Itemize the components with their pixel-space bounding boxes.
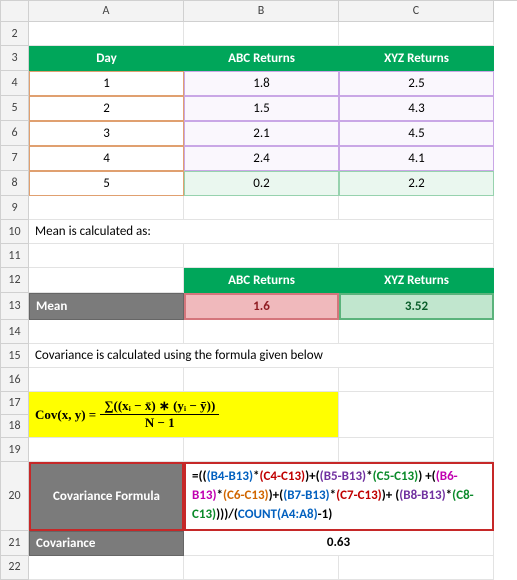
cell[interactable] bbox=[339, 368, 494, 392]
cov-formula-label[interactable]: Covariance Formula bbox=[29, 462, 184, 531]
row-header[interactable]: 22 bbox=[1, 556, 29, 580]
cell[interactable] bbox=[184, 438, 339, 462]
col-header-c[interactable]: C bbox=[339, 1, 494, 22]
cell[interactable] bbox=[29, 22, 184, 46]
cell[interactable] bbox=[339, 22, 494, 46]
mean-xyz[interactable]: 3.52 bbox=[339, 293, 494, 320]
cell-xyz[interactable]: 4.3 bbox=[339, 96, 494, 121]
row-header[interactable]: 2 bbox=[1, 22, 29, 46]
cell[interactable] bbox=[184, 244, 339, 268]
formula-text: =(((B4-B13)*(C4-C13))+((B5-B13)*(C5-C13)… bbox=[192, 468, 486, 525]
header-day[interactable]: Day bbox=[29, 46, 184, 71]
spreadsheet: A B C 2 3 Day ABC Returns XYZ Returns 4 … bbox=[0, 0, 517, 580]
cell-abc[interactable]: 2.4 bbox=[184, 146, 339, 171]
cov-result-label[interactable]: Covariance bbox=[29, 531, 184, 556]
cell-abc[interactable]: 0.2 bbox=[184, 171, 339, 196]
cell[interactable] bbox=[184, 22, 339, 46]
cell-day[interactable]: 5 bbox=[29, 171, 184, 196]
cell[interactable] bbox=[339, 196, 494, 220]
row-header[interactable]: 3 bbox=[1, 46, 29, 71]
cell[interactable] bbox=[29, 368, 184, 392]
cell-xyz[interactable]: 2.2 bbox=[339, 171, 494, 196]
mean-text[interactable]: Mean is calculated as: bbox=[29, 220, 494, 244]
cell-day[interactable]: 1 bbox=[29, 71, 184, 96]
row-header[interactable]: 18 bbox=[1, 415, 29, 438]
cell-abc[interactable]: 2.1 bbox=[184, 121, 339, 146]
cell[interactable] bbox=[339, 320, 494, 344]
row-header[interactable]: 10 bbox=[1, 220, 29, 244]
cell[interactable] bbox=[29, 320, 184, 344]
cell[interactable] bbox=[339, 438, 494, 462]
col-header-a[interactable]: A bbox=[29, 1, 184, 22]
mean-label[interactable]: Mean bbox=[29, 293, 184, 320]
header-abc[interactable]: ABC Returns bbox=[184, 46, 339, 71]
header-abc[interactable]: ABC Returns bbox=[184, 268, 339, 293]
row-header[interactable]: 14 bbox=[1, 320, 29, 344]
row-header[interactable]: 13 bbox=[1, 293, 29, 320]
cell-abc[interactable]: 1.8 bbox=[184, 71, 339, 96]
header-xyz[interactable]: XYZ Returns bbox=[339, 46, 494, 71]
cell-xyz[interactable]: 4.1 bbox=[339, 146, 494, 171]
row-header[interactable]: 15 bbox=[1, 344, 29, 368]
row-header[interactable]: 20 bbox=[1, 462, 29, 531]
cov-symbol: Cov(x, y) = bbox=[35, 407, 96, 423]
cell[interactable] bbox=[339, 392, 494, 438]
cell[interactable] bbox=[184, 368, 339, 392]
row-header[interactable]: 16 bbox=[1, 368, 29, 392]
row-header[interactable]: 9 bbox=[1, 196, 29, 220]
cell-day[interactable]: 4 bbox=[29, 146, 184, 171]
cov-text[interactable]: Covariance is calculated using the formu… bbox=[29, 344, 494, 368]
row-header[interactable]: 5 bbox=[1, 96, 29, 121]
cell[interactable] bbox=[29, 244, 184, 268]
cell[interactable] bbox=[29, 556, 184, 580]
cell[interactable] bbox=[339, 556, 494, 580]
cov-formula-cell[interactable]: =(((B4-B13)*(C4-C13))+((B5-B13)*(C5-C13)… bbox=[184, 462, 494, 531]
cell[interactable] bbox=[184, 196, 339, 220]
row-header[interactable]: 11 bbox=[1, 244, 29, 268]
cell[interactable] bbox=[29, 196, 184, 220]
cell-xyz[interactable]: 4.5 bbox=[339, 121, 494, 146]
cell[interactable] bbox=[29, 268, 184, 293]
cell[interactable] bbox=[29, 438, 184, 462]
numerator: ∑((xᵢ − x̄) ∗ (yᵢ − ȳ)) bbox=[100, 398, 219, 415]
covariance-math-formula: Cov(x, y) = ∑((xᵢ − x̄) ∗ (yᵢ − ȳ)) N − … bbox=[29, 392, 339, 438]
row-header[interactable]: 8 bbox=[1, 171, 29, 196]
cell-day[interactable]: 2 bbox=[29, 96, 184, 121]
row-header[interactable]: 7 bbox=[1, 146, 29, 171]
row-header[interactable]: 17 bbox=[1, 392, 29, 415]
cell-abc[interactable]: 1.5 bbox=[184, 96, 339, 121]
cell[interactable] bbox=[184, 556, 339, 580]
row-header[interactable]: 12 bbox=[1, 268, 29, 293]
corner-header bbox=[1, 1, 29, 22]
mean-abc[interactable]: 1.6 bbox=[184, 293, 339, 320]
cell[interactable] bbox=[339, 244, 494, 268]
col-header-b[interactable]: B bbox=[184, 1, 339, 22]
cov-result-value[interactable]: 0.63 bbox=[184, 531, 494, 556]
fraction: ∑((xᵢ − x̄) ∗ (yᵢ − ȳ)) N − 1 bbox=[100, 398, 219, 431]
row-header[interactable]: 6 bbox=[1, 121, 29, 146]
cell-xyz[interactable]: 2.5 bbox=[339, 71, 494, 96]
row-header[interactable]: 21 bbox=[1, 531, 29, 556]
cell[interactable] bbox=[184, 320, 339, 344]
header-xyz[interactable]: XYZ Returns bbox=[339, 268, 494, 293]
row-header[interactable]: 19 bbox=[1, 438, 29, 462]
denominator: N − 1 bbox=[141, 415, 179, 431]
row-header[interactable]: 4 bbox=[1, 71, 29, 96]
cell-day[interactable]: 3 bbox=[29, 121, 184, 146]
